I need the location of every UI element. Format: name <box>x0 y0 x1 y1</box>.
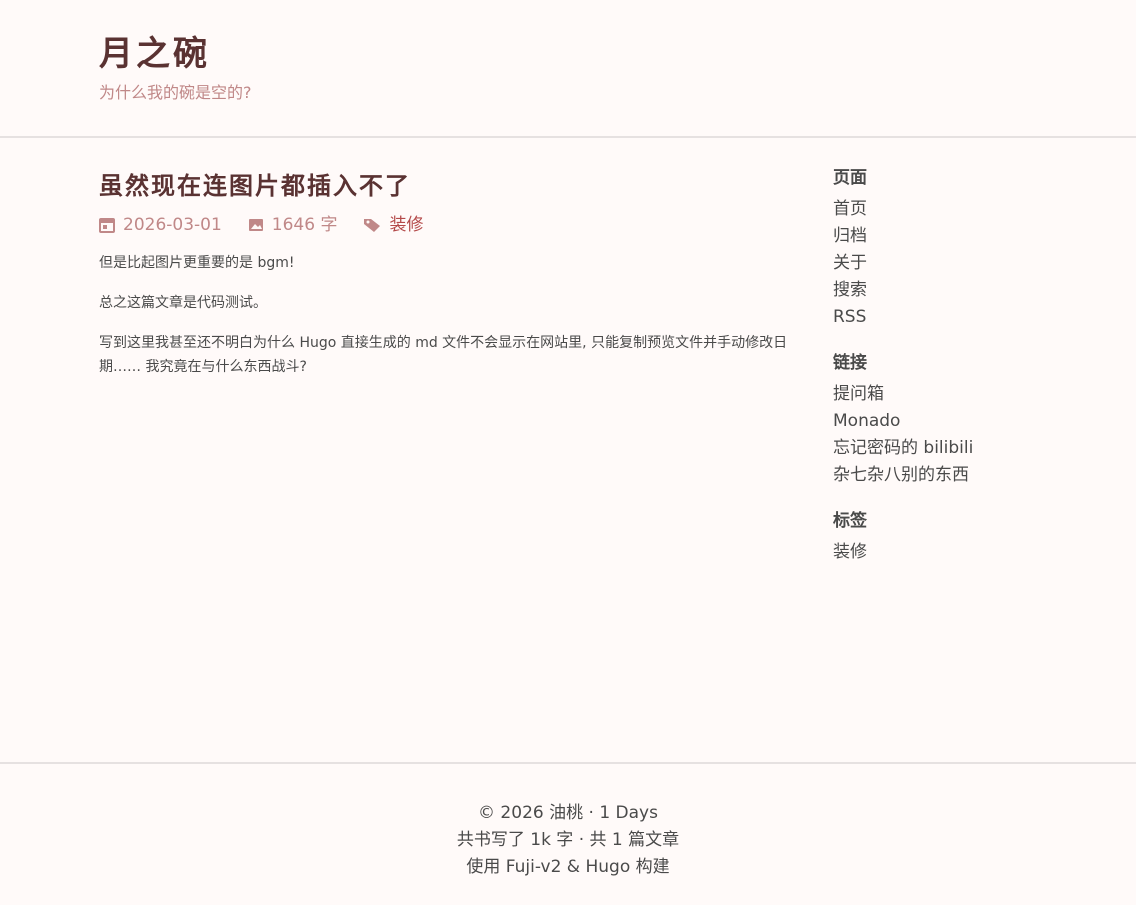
sidebar-link-monado[interactable]: Monado <box>833 411 900 431</box>
sidebar: 页面 首页 归档 关于 搜索 RSS 链接 提问箱 Monado 忘记密码的 b… <box>833 166 1123 586</box>
footer-powered-by: 使用 Fuji-v2 & Hugo 构建 <box>466 857 670 877</box>
post-word-count: 1646 字 <box>248 213 338 237</box>
post-paragraph: 但是比起图片更重要的是 bgm! <box>99 255 295 271</box>
sidebar-pages-heading: 页面 <box>833 168 867 188</box>
post-date: 2026-03-01 <box>99 213 222 237</box>
sidebar-item-home[interactable]: 首页 <box>833 199 867 219</box>
sidebar-item-about[interactable]: 关于 <box>833 253 867 273</box>
site-subtitle: 为什么我的碗是空的? <box>99 83 252 102</box>
post-article: 虽然现在连图片都插入不了 2026-03-01 1646 字 装修 但是比起图片… <box>99 169 809 395</box>
post-meta: 2026-03-01 1646 字 装修 <box>99 213 809 237</box>
site-header: 月之碗 为什么我的碗是空的? <box>0 0 1136 138</box>
post-tag: 装修 <box>363 213 423 237</box>
post-tag-link[interactable]: 装修 <box>389 213 423 237</box>
content-area: 虽然现在连图片都插入不了 2026-03-01 1646 字 装修 但是比起图片… <box>0 138 1136 763</box>
sidebar-item-search[interactable]: 搜索 <box>833 280 867 300</box>
sidebar-link-bilibili[interactable]: 忘记密码的 bilibili <box>833 438 973 458</box>
sidebar-item-rss[interactable]: RSS <box>833 307 866 327</box>
sidebar-link-misc[interactable]: 杂七杂八别的东西 <box>833 465 969 485</box>
sidebar-tags-heading: 标签 <box>833 511 867 531</box>
site-title-link[interactable]: 月之碗 <box>99 34 1136 74</box>
sidebar-item-archive[interactable]: 归档 <box>833 226 867 246</box>
post-paragraph: 总之这篇文章是代码测试。 <box>99 295 267 311</box>
sidebar-link-question-box[interactable]: 提问箱 <box>833 384 884 404</box>
post-word-count-text: 1646 字 <box>271 215 338 235</box>
site-footer: © 2026 油桃 · 1 Days 共书写了 1k 字 · 共 1 篇文章 使… <box>0 762 1136 905</box>
post-date-text: 2026-03-01 <box>123 215 222 235</box>
post-title: 虽然现在连图片都插入不了 <box>99 171 411 200</box>
sidebar-tags-list: 装修 <box>833 539 1123 566</box>
sidebar-tag-renovation[interactable]: 装修 <box>833 542 867 562</box>
sidebar-pages-list: 首页 归档 关于 搜索 RSS <box>833 196 1123 331</box>
post-body: 但是比起图片更重要的是 bgm! 总之这篇文章是代码测试。 写到这里我甚至还不明… <box>99 251 809 379</box>
sidebar-links-list: 提问箱 Monado 忘记密码的 bilibili 杂七杂八别的东西 <box>833 381 1123 489</box>
calendar-icon <box>99 218 115 233</box>
tag-icon <box>364 219 381 232</box>
sidebar-links-heading: 链接 <box>833 353 867 373</box>
footer-copyright: © 2026 油桃 · 1 Days <box>478 803 658 823</box>
footer-stats: 共书写了 1k 字 · 共 1 篇文章 <box>456 830 680 850</box>
post-paragraph: 写到这里我甚至还不明白为什么 Hugo 直接生成的 md 文件不会显示在网站里,… <box>99 335 788 375</box>
image-icon <box>248 219 263 231</box>
